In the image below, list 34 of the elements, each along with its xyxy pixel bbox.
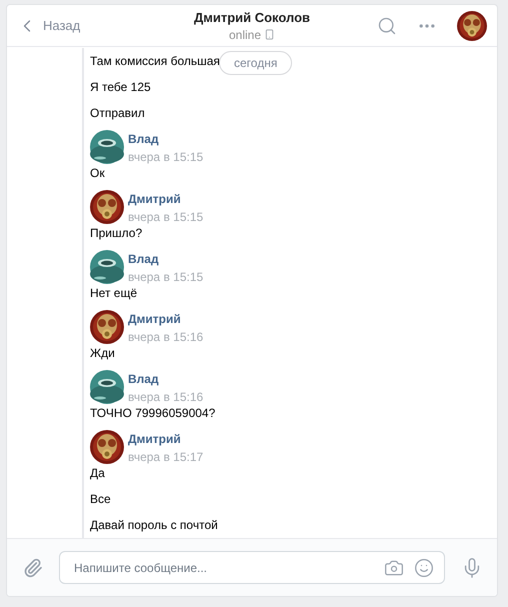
message-time: вчера в 15:17 bbox=[128, 450, 204, 464]
message-time: вчера в 15:16 bbox=[128, 390, 204, 404]
message-text: Да bbox=[90, 465, 105, 482]
author-name[interactable]: Влад bbox=[128, 252, 204, 266]
message-field[interactable]: Напишите сообщение... bbox=[59, 551, 445, 584]
message-text: Там комиссия большая bbox=[90, 53, 220, 70]
author-name[interactable]: Влад bbox=[128, 132, 204, 146]
author-name[interactable]: Дмитрий bbox=[128, 192, 204, 206]
message-time: вчера в 15:15 bbox=[128, 270, 204, 284]
back-link[interactable]: Назад bbox=[17, 16, 127, 36]
chat-title: Дмитрий Соколов bbox=[194, 10, 310, 24]
message-input[interactable]: Напишите сообщение... bbox=[72, 560, 374, 576]
date-badge: сегодня bbox=[219, 51, 292, 75]
online-status: online bbox=[228, 28, 262, 42]
emoji-icon[interactable] bbox=[414, 558, 434, 578]
message-text: Давай пороль с почтой bbox=[90, 517, 218, 534]
author-name[interactable]: Дмитрий bbox=[128, 432, 204, 446]
message-text: Нет ещё bbox=[90, 285, 137, 302]
author-name[interactable]: Влад bbox=[128, 372, 204, 386]
message-time: вчера в 15:15 bbox=[128, 210, 204, 224]
attach-icon[interactable] bbox=[23, 558, 43, 578]
message-time: вчера в 15:15 bbox=[128, 150, 204, 164]
message-text: Я тебе 125 bbox=[90, 79, 151, 96]
camera-icon[interactable] bbox=[384, 558, 404, 578]
message-text: ТОЧНО 79996059004? bbox=[90, 405, 216, 422]
message-text: Пришло? bbox=[90, 225, 142, 242]
message-text: Ок bbox=[90, 165, 105, 182]
message-time: вчера в 15:16 bbox=[128, 330, 204, 344]
message-text: Жди bbox=[90, 345, 115, 362]
message-text: Все bbox=[90, 491, 111, 508]
message-text: Отправил bbox=[90, 105, 145, 122]
search-icon[interactable] bbox=[377, 16, 397, 36]
author-name[interactable]: Дмитрий bbox=[128, 312, 204, 326]
phone-icon bbox=[264, 29, 276, 40]
